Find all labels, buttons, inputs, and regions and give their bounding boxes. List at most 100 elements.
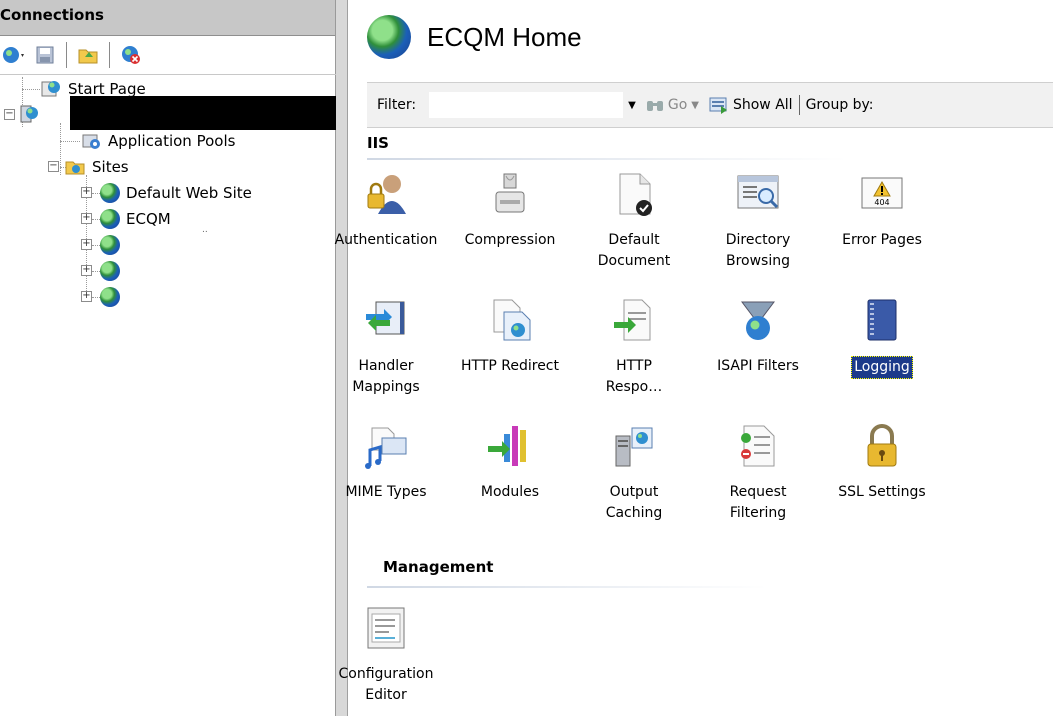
group-header-management[interactable]: Management [383,558,493,576]
filter-bar: Filter: ▼ Go ▼ Show All Group by: [367,82,1053,128]
feature-output-caching[interactable]: Output Caching [571,422,697,524]
connect-icon[interactable] [2,42,28,68]
group-divider [367,158,847,160]
folder-icon[interactable] [75,42,101,68]
feature-isapi-filters[interactable]: ISAPI Filters [695,296,821,377]
group-divider [367,586,767,588]
show-all-icon [709,97,727,114]
show-all-button[interactable]: Show All [709,96,793,114]
filter-input[interactable] [428,91,625,119]
feature-logging[interactable]: Logging [819,296,945,379]
connections-pane: Connections Start Page − Application Poo… [0,0,336,716]
filter-label: Filter: [377,97,417,113]
website-globe-icon [100,235,120,255]
show-all-label: Show All [732,97,793,113]
filter-dropdown-icon[interactable]: ▼ [628,100,636,111]
save-icon[interactable] [32,42,58,68]
feature-label: Compression [464,232,556,248]
feature-label: Logging [851,356,913,379]
feature-configuration-editor[interactable]: Configuration Editor [323,604,449,706]
server-icon [20,105,38,123]
home-header: ECQM Home [349,0,1053,74]
feature-label: Error Pages [842,232,922,248]
collapse-toggle[interactable]: − [4,109,15,120]
feature-modules[interactable]: Modules [447,422,573,503]
tree-item-label: Application Pools [108,132,236,150]
output-caching-icon [610,422,658,470]
collapse-toggle[interactable]: − [48,161,59,172]
connections-tree: Start Page − Application Pools − Sites +… [0,74,336,716]
tree-item-label: Default Web Site [126,184,252,202]
default-document-icon [610,170,658,218]
tree-item-label: ECQM [126,210,171,228]
feature-authentication[interactable]: Authentication [323,170,449,251]
feature-label: ISAPI Filters [717,358,799,374]
tree-item-label: Sites [92,158,129,176]
modules-icon [486,422,534,470]
go-label: Go [667,97,688,113]
feature-ssl-settings[interactable]: SSL Settings [819,422,945,503]
feature-label: Handler Mappings [352,358,420,395]
feature-label: Output Caching [605,484,663,521]
directory-browsing-icon [734,170,782,218]
feature-label: Configuration Editor [338,666,434,703]
tree-item-server[interactable] [18,103,46,125]
start-page-icon [41,81,60,97]
feature-label: HTTP Respo… [605,358,663,395]
group-by-label[interactable]: Group by: [806,97,874,113]
group-header-iis[interactable]: IIS [367,134,389,152]
compression-icon [486,170,534,218]
website-globe-icon [100,209,120,229]
expand-toggle[interactable]: + [81,213,92,224]
feature-default-document[interactable]: Default Document [571,170,697,272]
expand-toggle[interactable]: + [81,187,92,198]
tree-item-site[interactable] [100,260,126,282]
ssl-settings-icon [858,422,906,470]
feature-label: Default Document [597,232,671,269]
tree-item-site[interactable]: Default Web Site [100,182,252,204]
home-pane: ECQM Home Filter: ▼ Go ▼ Show All Group … [335,0,1053,716]
feature-label: MIME Types [345,484,427,500]
connections-title: Connections [0,0,335,36]
authentication-icon [362,170,410,218]
go-button[interactable]: Go [646,97,687,113]
tree-item-site[interactable] [100,286,126,308]
toolbar-separator [109,42,110,68]
disconnect-icon[interactable] [118,42,144,68]
feature-directory-browsing[interactable]: Directory Browsing [695,170,821,272]
feature-mime-types[interactable]: MIME Types [323,422,449,503]
configuration-editor-icon [362,604,410,652]
expand-toggle[interactable]: + [81,265,92,276]
feature-request-filtering[interactable]: Request Filtering [695,422,821,524]
feature-label: HTTP Redirect [460,358,559,374]
handler-mappings-icon [362,296,410,344]
website-globe-icon [100,183,120,203]
svg-text:404: 404 [874,198,889,207]
feature-label: Directory Browsing [725,232,791,269]
redacted-text: .. [202,225,208,235]
site-globe-icon [367,15,411,59]
tree-item-sites[interactable]: Sites [64,156,129,178]
tree-item-site[interactable] [100,234,126,256]
expand-toggle[interactable]: + [81,239,92,250]
page-title: ECQM Home [427,21,582,52]
feature-label: SSL Settings [838,484,926,500]
expand-toggle[interactable]: + [81,291,92,302]
feature-compression[interactable]: Compression [447,170,573,251]
feature-label: Modules [480,484,540,500]
isapi-filters-icon [734,296,782,344]
feature-label: Authentication [334,232,438,248]
request-filtering-icon [734,422,782,470]
tree-item-site[interactable]: ECQM [100,208,171,230]
feature-handler-mappings[interactable]: Handler Mappings [323,296,449,398]
binoculars-icon [646,101,663,111]
sites-folder-icon [65,161,85,175]
toolbar-separator [66,42,67,68]
feature-http-redirect[interactable]: HTTP Redirect [447,296,573,377]
feature-http-response[interactable]: HTTP Respo… [571,296,697,398]
go-dropdown-icon[interactable]: ▼ [691,100,699,111]
feature-error-pages[interactable]: 404 Error Pages [819,170,945,251]
application-pools-icon [82,134,100,149]
website-globe-icon [100,287,120,307]
tree-item-application-pools[interactable]: Application Pools [80,130,235,152]
